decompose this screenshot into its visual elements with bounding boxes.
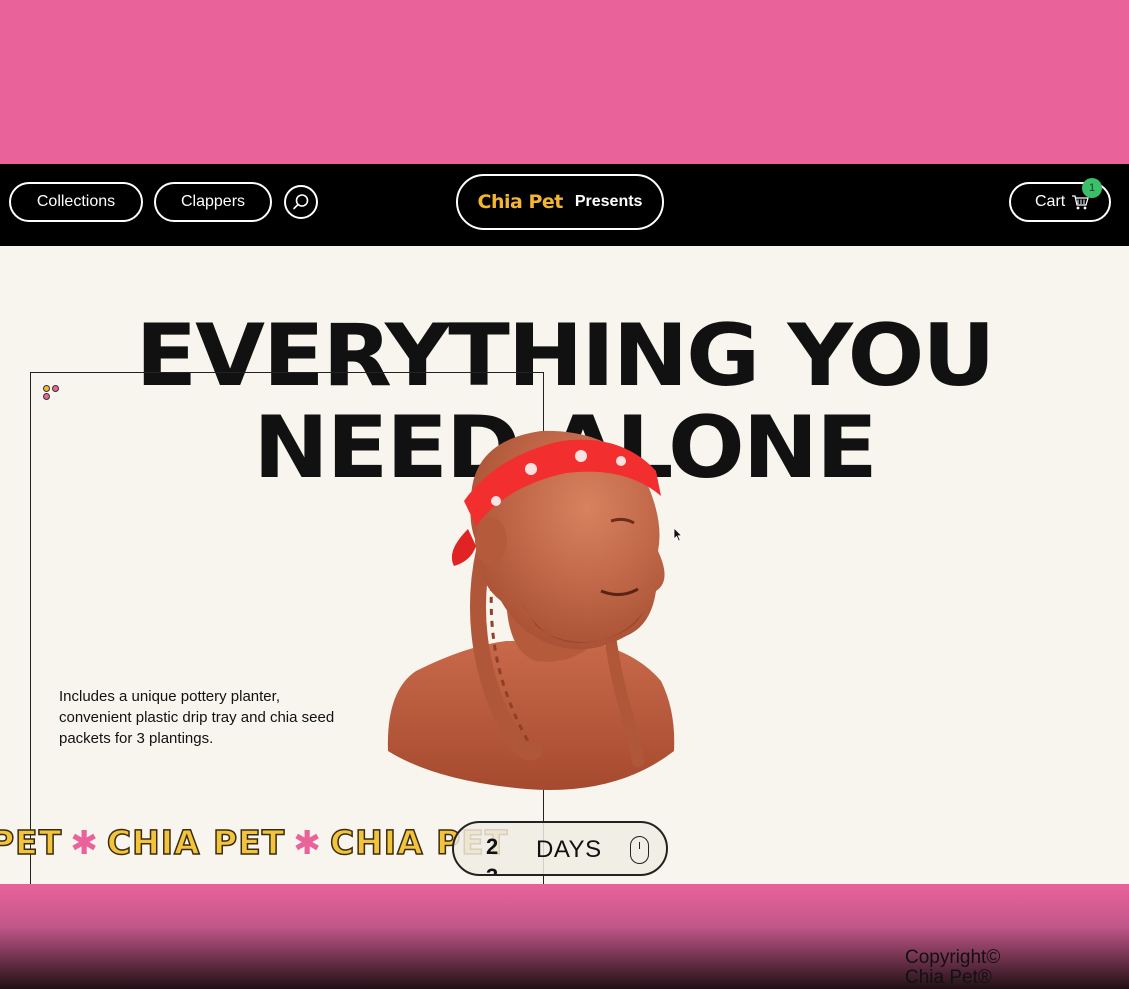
chia-pet-logo: Chia Pet — [477, 191, 564, 213]
clappers-button[interactable]: Clappers — [154, 182, 272, 222]
cart-count-badge: 1 — [1082, 178, 1102, 198]
brand-presents-text: Presents — [574, 193, 643, 210]
asterisk-icon: ✱ — [70, 823, 99, 862]
marquee-word: PET — [0, 823, 63, 863]
dots-icon — [43, 385, 61, 401]
asterisk-icon: ✱ — [293, 823, 322, 862]
brand-home-link[interactable]: Chia Pet Presents — [456, 174, 664, 230]
top-banner — [0, 0, 1129, 164]
hero-section: EVERYTHING YOU NEED ALONE Includes a uni… — [0, 246, 1129, 884]
copyright-line1: Copyright© — [905, 947, 1001, 968]
days-number: 2 — [486, 834, 499, 859]
chia-pet-bust-image — [387, 430, 675, 790]
navbar: Collections Clappers Chia Pet Presents C… — [0, 164, 1129, 249]
collections-label: Collections — [36, 193, 116, 210]
copyright-line2: Chia Pet® — [905, 967, 992, 988]
clappers-label: Clappers — [180, 193, 246, 210]
collections-button[interactable]: Collections — [9, 182, 143, 222]
copyright-text: Copyright© Chia Pet® — [905, 948, 1000, 988]
mouse-pointer-icon — [673, 527, 683, 542]
days-next-number: 3 — [486, 863, 498, 874]
marquee-word: CHIA PET — [106, 823, 286, 863]
days-counter: 2 3 DAYS — [452, 821, 668, 876]
cart-label: Cart — [1035, 193, 1066, 210]
product-description: Includes a unique pottery planter, conve… — [59, 688, 335, 747]
search-button[interactable] — [284, 185, 318, 219]
brand-marquee: PET ✱ CHIA PET ✱ CHIA PET — [0, 823, 520, 863]
days-label: DAYS — [536, 836, 602, 863]
footer: Copyright© Chia Pet® — [0, 884, 1129, 989]
search-icon — [293, 194, 309, 210]
scroll-mouse-icon[interactable] — [630, 836, 649, 864]
